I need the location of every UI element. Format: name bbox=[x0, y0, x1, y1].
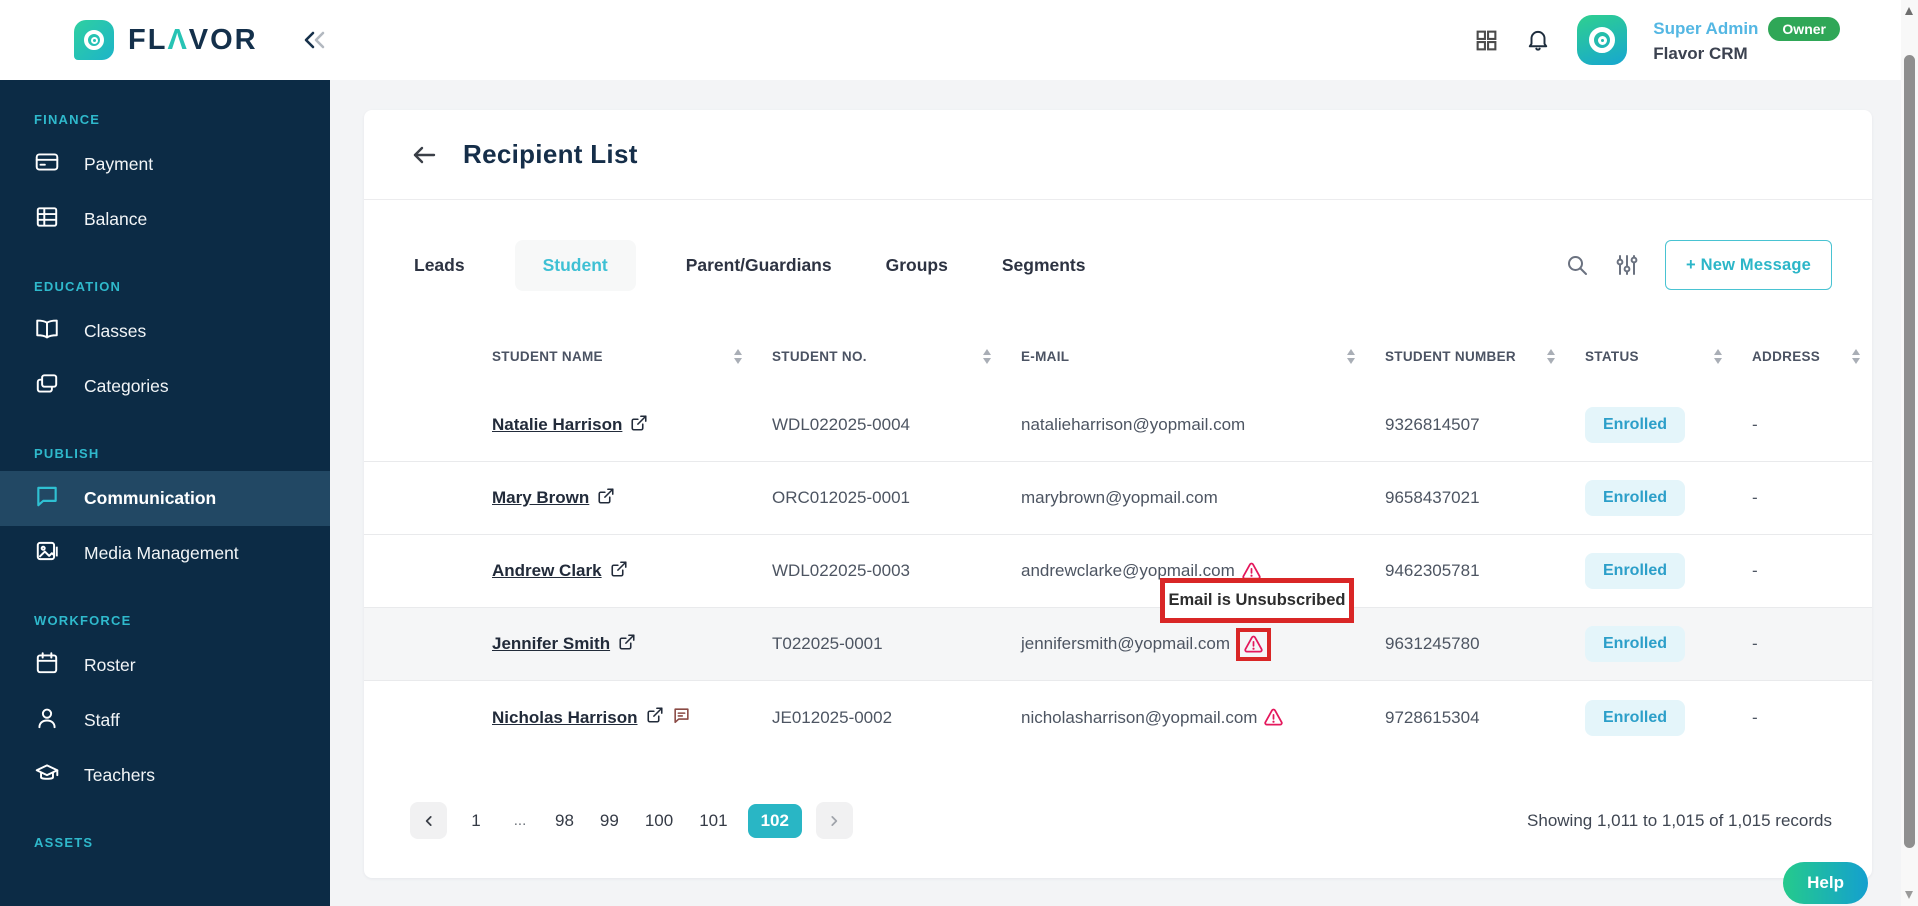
email-unsubscribed-warning-icon[interactable] bbox=[1263, 707, 1284, 728]
sidebar-item-staff[interactable]: Staff bbox=[0, 693, 330, 748]
records-summary: Showing 1,011 to 1,015 of 1,015 records bbox=[1527, 810, 1832, 830]
external-link-icon[interactable] bbox=[597, 487, 615, 510]
sidebar-item-roster[interactable]: Roster bbox=[0, 638, 330, 693]
help-button[interactable]: Help bbox=[1783, 862, 1868, 904]
pagination-page-98[interactable]: 98 bbox=[549, 804, 580, 838]
pagination-ellipsis: ... bbox=[513, 812, 527, 829]
student-name-link[interactable]: Andrew Clark bbox=[492, 561, 602, 581]
recipient-list-card: Recipient List Leads Student Parent/Guar… bbox=[364, 110, 1872, 878]
sidebar-section-assets: ASSETS bbox=[34, 835, 94, 850]
pagination-next-button[interactable] bbox=[815, 802, 853, 839]
apps-grid-icon[interactable] bbox=[1474, 28, 1499, 53]
workspace-name: Flavor CRM bbox=[1653, 43, 1748, 63]
tab-leads[interactable]: Leads bbox=[410, 240, 469, 291]
pagination-page-101[interactable]: 101 bbox=[693, 804, 733, 838]
sidebar-item-teachers[interactable]: Teachers bbox=[0, 748, 330, 803]
owner-badge: Owner bbox=[1768, 16, 1840, 41]
tab-parent-guardians[interactable]: Parent/Guardians bbox=[682, 240, 836, 291]
scrollbar-down-arrow[interactable] bbox=[1905, 891, 1913, 899]
pagination-page-102-active[interactable]: 102 bbox=[747, 803, 802, 838]
avatar[interactable] bbox=[1577, 15, 1628, 65]
external-link-icon[interactable] bbox=[630, 414, 648, 437]
credit-card-icon bbox=[34, 149, 60, 180]
sort-icon-student-name[interactable] bbox=[734, 348, 742, 364]
sidebar-item-communication[interactable]: Communication bbox=[0, 471, 330, 526]
external-link-icon[interactable] bbox=[618, 633, 636, 656]
flavor-logo-icon bbox=[74, 20, 114, 60]
student-name-link[interactable]: Jennifer Smith bbox=[492, 634, 610, 654]
sidebar-item-media-management[interactable]: Media Management bbox=[0, 526, 330, 581]
sidebar-section-education: EDUCATION bbox=[34, 279, 122, 294]
table-row: Andrew Clark WDL022025-0003 andrewclarke… bbox=[364, 535, 1872, 608]
page-scrollbar[interactable] bbox=[1901, 0, 1918, 906]
external-link-icon[interactable] bbox=[646, 706, 664, 729]
ledger-icon bbox=[34, 204, 60, 235]
sort-icon-status[interactable] bbox=[1714, 348, 1722, 364]
student-name-link[interactable]: Natalie Harrison bbox=[492, 415, 622, 435]
student-name-link[interactable]: Nicholas Harrison bbox=[492, 708, 638, 728]
sidebar-collapse-icon[interactable] bbox=[300, 27, 330, 53]
stacked-cards-icon bbox=[34, 371, 60, 402]
status-badge: Enrolled bbox=[1585, 407, 1686, 443]
sidebar-section-publish: PUBLISH bbox=[34, 446, 100, 461]
page-title: Recipient List bbox=[463, 139, 638, 169]
external-link-icon[interactable] bbox=[610, 560, 628, 583]
sidebar: FINANCE Payment Balance EDUCATION Classe… bbox=[0, 80, 330, 906]
new-message-button[interactable]: + New Message bbox=[1664, 240, 1832, 290]
pagination-page-1[interactable]: 1 bbox=[461, 804, 491, 838]
status-badge: Enrolled bbox=[1585, 553, 1686, 589]
sort-icon-email[interactable] bbox=[1347, 348, 1355, 364]
scrollbar-thumb[interactable] bbox=[1904, 55, 1915, 848]
student-name-link[interactable]: Mary Brown bbox=[492, 488, 589, 508]
flavor-logo-text: FLΛVOR bbox=[128, 23, 258, 56]
recipients-table: STUDENT NAME STUDENT NO. E-MAIL STUDENT … bbox=[364, 323, 1872, 754]
sidebar-item-categories[interactable]: Categories bbox=[0, 359, 330, 414]
search-icon[interactable] bbox=[1565, 253, 1589, 277]
sidebar-item-balance[interactable]: Balance bbox=[0, 192, 330, 247]
notifications-bell-icon[interactable] bbox=[1525, 27, 1551, 53]
chat-bubble-icon bbox=[34, 483, 60, 514]
app-logo: FLΛVOR bbox=[0, 20, 258, 60]
topbar: FLΛVOR Super Admin Owner Flavor CRM bbox=[0, 0, 1918, 80]
graduation-cap-icon bbox=[34, 760, 60, 791]
media-image-icon bbox=[34, 538, 60, 569]
person-icon bbox=[34, 705, 60, 736]
user-name[interactable]: Super Admin bbox=[1653, 19, 1758, 39]
status-badge: Enrolled bbox=[1585, 699, 1686, 736]
email-unsubscribed-tooltip: Email is Unsubscribed bbox=[1160, 578, 1354, 623]
status-badge: Enrolled bbox=[1585, 480, 1686, 516]
table-row: Natalie Harrison WDL022025-0004 natalieh… bbox=[364, 389, 1872, 462]
sidebar-item-classes[interactable]: Classes bbox=[0, 304, 330, 359]
status-badge: Enrolled bbox=[1585, 626, 1686, 662]
pagination-page-100[interactable]: 100 bbox=[639, 804, 679, 838]
sidebar-section-workforce: WORKFORCE bbox=[34, 613, 132, 628]
sort-icon-student-number[interactable] bbox=[1547, 348, 1555, 364]
sort-icon-address[interactable] bbox=[1852, 348, 1860, 364]
tab-segments[interactable]: Segments bbox=[998, 240, 1090, 291]
calendar-icon bbox=[34, 650, 60, 681]
table-header-row: STUDENT NAME STUDENT NO. E-MAIL STUDENT … bbox=[364, 323, 1872, 389]
pagination-page-99[interactable]: 99 bbox=[594, 804, 625, 838]
table-row: Jennifer Smith T022025-0001 jennifersmit… bbox=[364, 608, 1872, 681]
recipient-tabs: Leads Student Parent/Guardians Groups Se… bbox=[410, 239, 1090, 291]
tab-groups[interactable]: Groups bbox=[882, 240, 952, 291]
sort-icon-student-no[interactable] bbox=[983, 348, 991, 364]
open-book-icon bbox=[34, 316, 60, 347]
note-comment-icon[interactable] bbox=[672, 706, 691, 730]
table-row: Mary Brown ORC012025-0001 marybrown@yopm… bbox=[364, 462, 1872, 535]
sidebar-section-finance: FINANCE bbox=[34, 112, 101, 127]
main-content: Recipient List Leads Student Parent/Guar… bbox=[330, 80, 1918, 906]
email-unsubscribed-warning-icon-highlighted[interactable] bbox=[1236, 627, 1272, 661]
filter-sliders-icon[interactable] bbox=[1615, 253, 1639, 277]
pagination-prev-button[interactable] bbox=[410, 802, 447, 839]
table-row: Nicholas Harrison JE012025-0002 nicholas… bbox=[364, 681, 1872, 754]
back-arrow-icon[interactable] bbox=[410, 143, 437, 167]
tab-student[interactable]: Student bbox=[514, 239, 636, 291]
pagination: 1 ... 98 99 100 101 102 bbox=[410, 802, 853, 839]
scrollbar-up-arrow[interactable] bbox=[1905, 7, 1913, 15]
sidebar-item-payment[interactable]: Payment bbox=[0, 137, 330, 192]
